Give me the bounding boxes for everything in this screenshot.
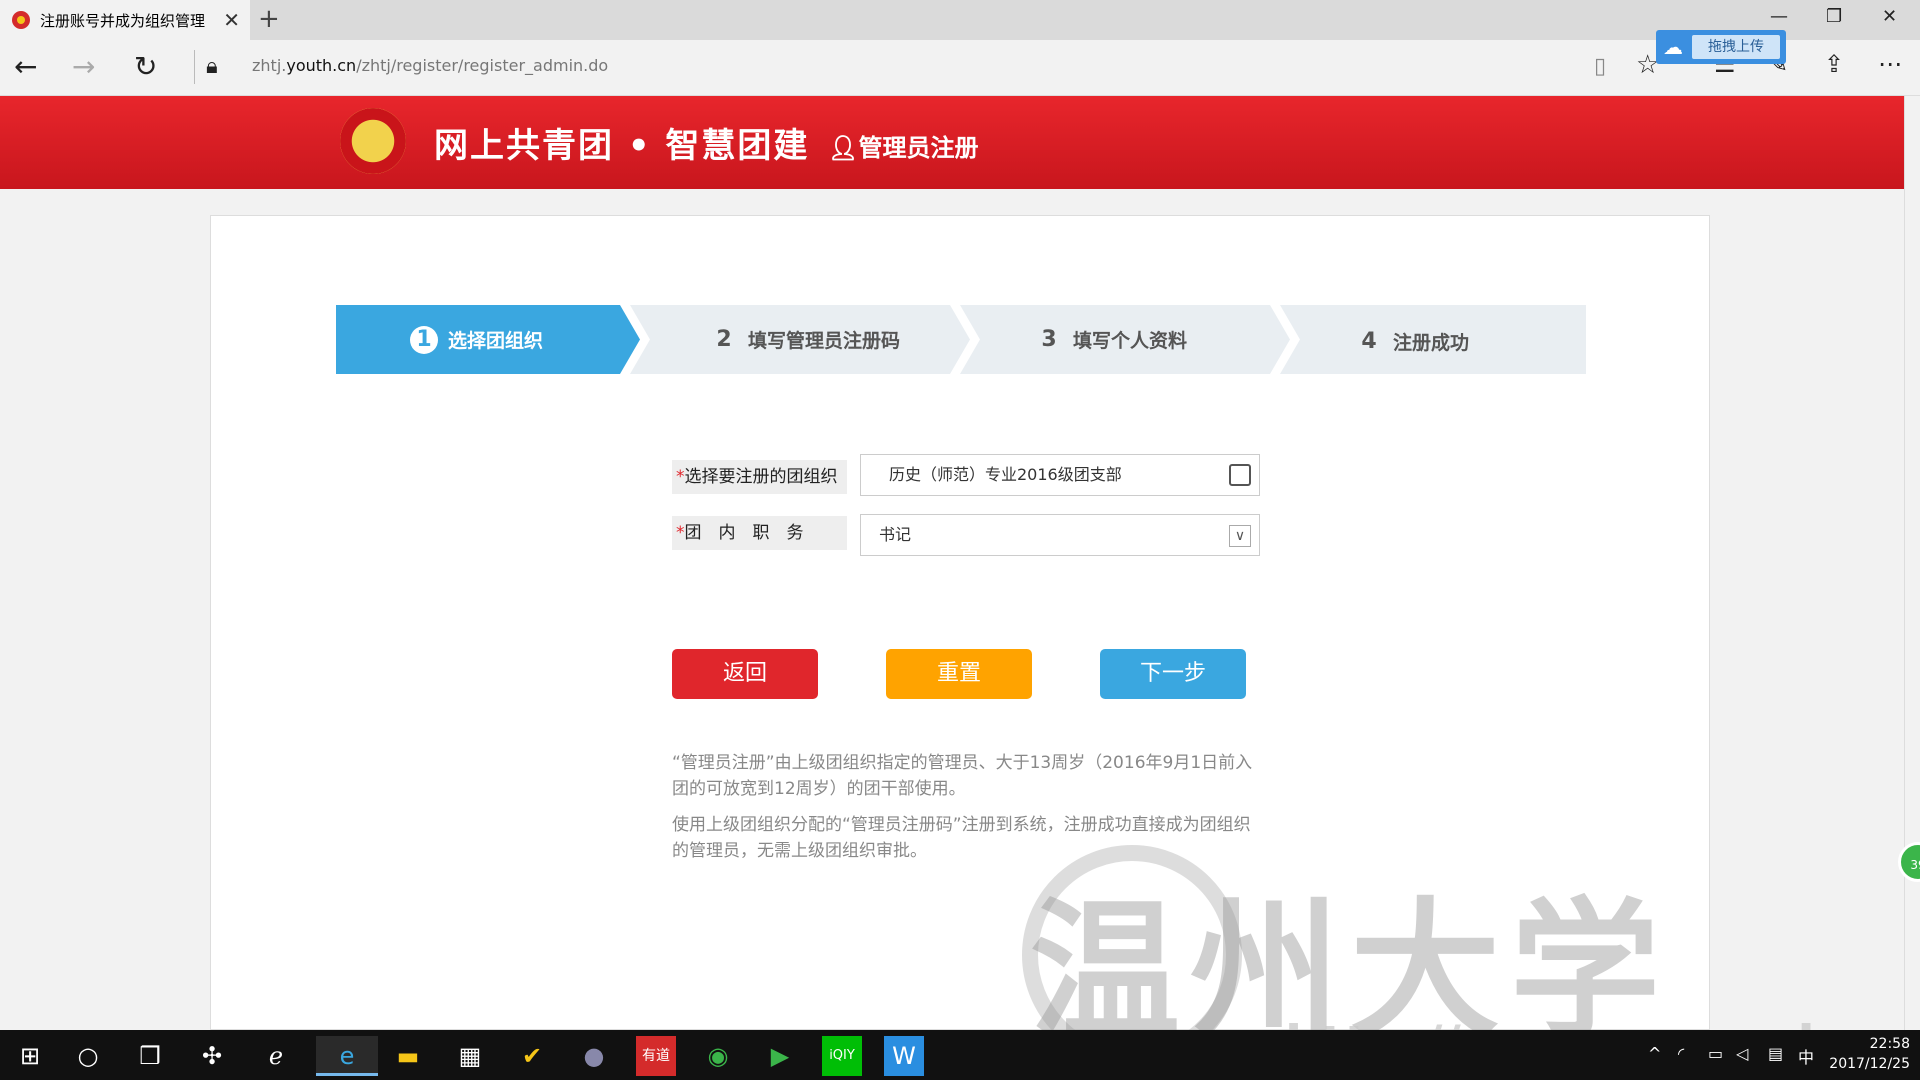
writer-app-icon[interactable]: W [884, 1036, 924, 1076]
url-prefix: zhtj. [252, 56, 287, 75]
play-app-icon[interactable]: ▶ [760, 1036, 800, 1076]
step-number: 3 [1041, 326, 1057, 352]
edit-icon[interactable] [1229, 464, 1251, 486]
step-number: 1 [410, 325, 438, 354]
restore-icon[interactable]: ❐ [1826, 6, 1842, 27]
step-label: 填写管理员注册码 [748, 330, 901, 352]
step-4: 4 注册成功 [1355, 307, 1469, 376]
new-tab-button[interactable]: + [258, 4, 280, 34]
windows-start-icon[interactable]: ⊞ [10, 1036, 50, 1076]
iqiyi-icon[interactable]: iQIY [822, 1036, 862, 1076]
wifi-icon[interactable]: ◜ [1678, 1044, 1684, 1063]
subtitle-label: 管理员注册 [858, 134, 979, 162]
role-select[interactable]: 书记 ∨ [860, 514, 1260, 556]
url-domain: youth.cn [286, 56, 357, 75]
favicon-icon [12, 11, 30, 29]
battery-icon[interactable]: ▭ [1708, 1044, 1723, 1063]
cortana-icon[interactable]: ○ [68, 1036, 108, 1076]
more-icon[interactable]: ⋯ [1878, 50, 1902, 78]
step-label: 填写个人资料 [1073, 330, 1188, 352]
org-label: *选择要注册的团组织 [672, 460, 847, 494]
floating-badge[interactable]: 39 [1898, 842, 1920, 882]
close-window-icon[interactable]: ✕ [1882, 6, 1897, 27]
refresh-icon[interactable]: ↻ [134, 50, 157, 83]
upload-label: 拖拽上传 [1692, 35, 1780, 59]
url-field[interactable]: zhtj.youth.cn/zhtj/register/register_adm… [252, 56, 608, 75]
role-label: *团 内 职 务 [672, 516, 847, 550]
file-explorer-icon[interactable]: ▬ [388, 1036, 428, 1076]
system-clock[interactable]: 22:58 2017/12/25 [1829, 1034, 1910, 1074]
tab-close-icon[interactable]: ✕ [223, 8, 240, 32]
step-2: 2 填写管理员注册码 [710, 305, 900, 374]
browser-tab[interactable]: 注册账号并成为组织管理 ✕ [0, 0, 250, 40]
required-mark: * [676, 467, 685, 487]
minimize-icon[interactable]: — [1770, 6, 1788, 27]
step-label: 注册成功 [1393, 332, 1470, 354]
youdao-icon[interactable]: 有道 [636, 1036, 676, 1076]
back-button[interactable]: 返回 [672, 649, 818, 699]
ie-icon[interactable]: ℯ [256, 1036, 296, 1076]
baidu-upload-widget[interactable]: ☁ 拖拽上传 [1656, 30, 1786, 64]
org-label-text: 选择要注册的团组织 [684, 467, 838, 487]
step-number: 4 [1361, 328, 1377, 354]
share-icon[interactable]: ⇪ [1824, 50, 1844, 78]
chevron-down-icon[interactable]: ∨ [1229, 525, 1251, 547]
taskbar: ⊞ ○ ❒ ✣ ℯ e ▬ ▦ ✔ ● 有道 ◉ ▶ iQIY W ^ ◜ ▭ … [0, 1030, 1920, 1080]
edge-icon[interactable]: e [316, 1036, 378, 1076]
required-mark: * [676, 523, 685, 543]
note-1: “管理员注册”由上级团组织指定的管理员、大于13周岁（2016年9月1日前入团的… [672, 753, 1253, 799]
url-path: /zhtj/register/register_admin.do [356, 56, 609, 75]
user-icon: 👤︎ [828, 134, 859, 162]
role-value: 书记 [879, 525, 912, 544]
scrollbar[interactable] [1904, 96, 1920, 1030]
role-label-text: 团 内 职 务 [684, 523, 804, 543]
back-arrow-icon[interactable]: ← [14, 50, 37, 83]
ime-indicator[interactable]: 中 [1798, 1044, 1814, 1068]
notification-icon[interactable]: ▤ [1768, 1044, 1783, 1063]
site-header: 网上共青团 • 智慧团建 👤︎管理员注册 [0, 96, 1904, 189]
step-label: 选择团组织 [448, 330, 544, 352]
tab-title: 注册账号并成为组织管理 [40, 11, 206, 30]
tray-chevron-icon[interactable]: ^ [1648, 1044, 1661, 1063]
browser-tab-bar: 注册账号并成为组织管理 ✕ + — ❐ ✕ [0, 0, 1920, 40]
address-bar: ← → ↻ 🔒︎ zhtj.youth.cn/zhtj/register/reg… [0, 40, 1920, 96]
v-app-icon[interactable]: ✔ [512, 1036, 552, 1076]
site-title: 网上共青团 • 智慧团建 [434, 126, 810, 166]
org-select-field[interactable]: 历史（师范）专业2016级团支部 [860, 454, 1260, 496]
lock-icon: 🔒︎ [206, 54, 218, 79]
globe-app-icon[interactable]: ● [574, 1036, 614, 1076]
next-button[interactable]: 下一步 [1100, 649, 1246, 699]
step-3: 3 填写个人资料 [1035, 305, 1187, 374]
clock-time: 22:58 [1869, 1036, 1910, 1052]
volume-icon[interactable]: ◁ [1736, 1044, 1748, 1063]
pinwheel-app-icon[interactable]: ✣ [192, 1036, 232, 1076]
reset-button[interactable]: 重置 [886, 649, 1032, 699]
clock-date: 2017/12/25 [1829, 1056, 1910, 1072]
store-icon[interactable]: ▦ [450, 1036, 490, 1076]
forward-arrow-icon[interactable]: → [72, 50, 95, 83]
step-number: 2 [716, 326, 732, 352]
task-view-icon[interactable]: ❒ [130, 1036, 170, 1076]
org-value: 历史（师范）专业2016级团支部 [889, 465, 1122, 484]
green-app-icon[interactable]: ◉ [698, 1036, 738, 1076]
cloud-icon: ☁ [1663, 35, 1683, 59]
step-1: 1 选择团组织 [410, 305, 543, 374]
reading-view-icon[interactable]: ▯ [1594, 54, 1606, 79]
divider [194, 50, 195, 84]
league-emblem-icon [340, 108, 406, 174]
page-subtitle: 👤︎管理员注册 [828, 128, 978, 163]
